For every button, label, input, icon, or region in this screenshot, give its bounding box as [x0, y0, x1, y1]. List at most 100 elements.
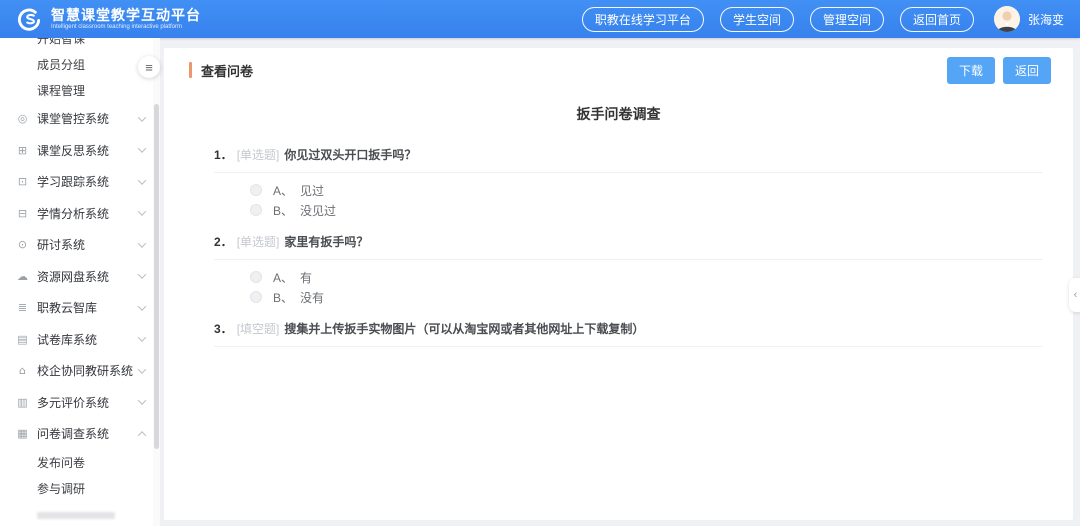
sidebar: 开始智课 成员分组 课程管理 ◎ 课堂管控系统 ⊞ 课堂反思系统 — [0, 38, 160, 526]
sidebar-item-classroom-reflection-system[interactable]: ⊞ 课堂反思系统 — [0, 135, 160, 167]
sidebar-item-label: 校企协同教研系统 — [37, 362, 133, 379]
hamburger-icon: ≡ — [145, 60, 153, 75]
sidebar-scrollbar-thumb[interactable] — [154, 104, 159, 449]
sidebar-item-label: 学情分析系统 — [37, 205, 109, 222]
question-3: 3． [填空题] 搜集并上传扳手实物图片（可以从淘宝网或者其他网址上下载复制） — [214, 312, 1043, 347]
sidebar-item-label: 问卷调查系统 — [37, 425, 109, 442]
sidebar-item-label: 学习跟踪系统 — [37, 173, 109, 190]
collapse-chevron-icon: ‹ — [1074, 289, 1078, 301]
question-2-option-b[interactable]: B、 没有 — [250, 287, 1043, 307]
panel-collapse-button[interactable]: ‹ — [1069, 278, 1080, 312]
question-number: 3． — [214, 320, 233, 337]
logo-icon — [16, 6, 43, 33]
radio-icon[interactable] — [250, 291, 262, 303]
chevron-down-icon — [138, 208, 146, 216]
chevron-down-icon — [138, 302, 146, 310]
option-key: B、 — [273, 202, 293, 219]
sidebar-item-questionnaire-survey-system[interactable]: ▦ 问卷调查系统 — [0, 418, 160, 450]
sidebar-item-learning-analysis-system[interactable]: ⊟ 学情分析系统 — [0, 198, 160, 230]
sidebar-toggle-button[interactable]: ≡ — [138, 56, 160, 78]
sidebar-item-label: 资源网盘系统 — [37, 268, 109, 285]
chevron-down-icon — [138, 271, 146, 279]
sidebar-item-course-management[interactable]: 课程管理 — [0, 77, 160, 103]
sidebar-item-discussion-system[interactable]: ⊙ 研讨系统 — [0, 229, 160, 261]
download-button[interactable]: 下载 — [947, 57, 995, 84]
app-header: 智慧课堂教学互动平台 Intelligent classroom teachin… — [0, 0, 1080, 38]
option-label: 没见过 — [300, 202, 336, 219]
main-area: ≡ 查看问卷 下载 返回 扳手问卷调查 1． — [160, 38, 1080, 526]
sidebar-item-label: 成员分组 — [37, 56, 85, 73]
nav-student-space-button[interactable]: 学生空间 — [720, 7, 794, 32]
sidebar-item-label: 多元评价系统 — [37, 394, 109, 411]
accent-bar — [189, 62, 192, 78]
question-title: 2． [单选题] 家里有扳手吗？ — [214, 225, 1043, 260]
questionnaire-icon: ▦ — [15, 427, 30, 440]
back-button[interactable]: 返回 — [1003, 57, 1051, 84]
question-2: 2． [单选题] 家里有扳手吗？ A、 有 — [214, 225, 1043, 312]
body-frame: 开始智课 成员分组 课程管理 ◎ 课堂管控系统 ⊞ 课堂反思系统 — [0, 38, 1080, 526]
survey-title: 扳手问卷调查 — [164, 104, 1073, 124]
question-1: 1． [单选题] 你见过双头开口扳手吗？ A、 见过 — [214, 138, 1043, 225]
sidebar-item-resource-cloud-disk-system[interactable]: ☁ 资源网盘系统 — [0, 261, 160, 293]
question-type-tag: [填空题] — [237, 320, 280, 337]
platform-title: 智慧课堂教学互动平台 — [51, 8, 201, 23]
evaluation-icon: ▥ — [15, 396, 30, 409]
question-text: 搜集并上传扳手实物图片（可以从淘宝网或者其他网址上下载复制） — [284, 320, 644, 337]
nav-home-button[interactable]: 返回首页 — [900, 7, 974, 32]
question-text: 你见过双头开口扳手吗？ — [284, 146, 416, 163]
chevron-down-icon — [138, 145, 146, 153]
avatar[interactable] — [994, 6, 1020, 32]
survey-view: 扳手问卷调查 1． [单选题] 你见过双头开口扳手吗？ — [164, 104, 1073, 347]
chevron-down-icon — [138, 334, 146, 342]
sidebar-item-participate-survey[interactable]: 参与调研 — [0, 476, 160, 502]
sidebar-item-label: 课堂管控系统 — [37, 110, 109, 127]
logo: 智慧课堂教学互动平台 Intelligent classroom teachin… — [16, 6, 201, 33]
nav-vocational-platform-button[interactable]: 职教在线学习平台 — [582, 7, 704, 32]
sidebar-item-classroom-control-system[interactable]: ◎ 课堂管控系统 — [0, 103, 160, 135]
radio-icon[interactable] — [250, 204, 262, 216]
question-1-option-a[interactable]: A、 见过 — [250, 180, 1043, 200]
sidebar-item-learning-tracking-system[interactable]: ⊡ 学习跟踪系统 — [0, 166, 160, 198]
question-list: 1． [单选题] 你见过双头开口扳手吗？ A、 见过 — [214, 138, 1043, 347]
username[interactable]: 张海变 — [1028, 11, 1064, 28]
question-text: 家里有扳手吗？ — [284, 233, 368, 250]
radio-icon[interactable] — [250, 271, 262, 283]
sidebar-menu: 开始智课 成员分组 课程管理 ◎ 课堂管控系统 ⊞ 课堂反思系统 — [0, 38, 160, 519]
sidebar-item-member-grouping[interactable]: 成员分组 — [0, 51, 160, 77]
sidebar-item-publish-questionnaire[interactable]: 发布问卷 — [0, 450, 160, 476]
sidebar-item-label: 试卷库系统 — [37, 331, 97, 348]
cloud-disk-icon: ☁ — [15, 270, 30, 283]
learning-tracking-icon: ⊡ — [15, 175, 30, 188]
sidebar-item-school-enterprise-research-system[interactable]: ⌂ 校企协同教研系统 — [0, 355, 160, 387]
platform-subtitle: Intelligent classroom teaching interacti… — [51, 23, 189, 29]
question-2-option-a[interactable]: A、 有 — [250, 267, 1043, 287]
app-window: 智慧课堂教学互动平台 Intelligent classroom teachin… — [0, 0, 1080, 526]
option-label: 见过 — [300, 182, 324, 199]
sidebar-item-multi-evaluation-system[interactable]: ▥ 多元评价系统 — [0, 387, 160, 419]
classroom-control-icon: ◎ — [15, 112, 30, 125]
chevron-up-icon — [138, 431, 146, 439]
option-key: A、 — [273, 182, 293, 199]
chevron-down-icon — [138, 176, 146, 184]
sidebar-item-label: 发布问卷 — [37, 454, 85, 471]
sidebar-item-start-smart-class[interactable]: 开始智课 — [0, 38, 160, 51]
classroom-reflection-icon: ⊞ — [15, 144, 30, 157]
nav-admin-space-button[interactable]: 管理空间 — [810, 7, 884, 32]
thinktank-icon: ≣ — [15, 301, 30, 314]
partially-visible-item — [37, 512, 115, 519]
content-header: 查看问卷 下载 返回 — [164, 48, 1073, 92]
sidebar-item-label: 课堂反思系统 — [37, 142, 109, 159]
sidebar-item-test-paper-library-system[interactable]: ▤ 试卷库系统 — [0, 324, 160, 356]
chevron-down-icon — [138, 397, 146, 405]
question-number: 1． — [214, 146, 233, 163]
question-title: 1． [单选题] 你见过双头开口扳手吗？ — [214, 138, 1043, 173]
sidebar-item-vocational-cloud-thinktank[interactable]: ≣ 职教云智库 — [0, 292, 160, 324]
sidebar-item-label: 参与调研 — [37, 480, 85, 497]
question-type-tag: [单选题] — [237, 233, 280, 250]
sidebar-item-label: 课程管理 — [37, 82, 85, 99]
chevron-down-icon — [138, 113, 146, 121]
radio-icon[interactable] — [250, 184, 262, 196]
question-1-option-b[interactable]: B、 没见过 — [250, 200, 1043, 220]
question-number: 2． — [214, 233, 233, 250]
discussion-icon: ⊙ — [15, 238, 30, 251]
